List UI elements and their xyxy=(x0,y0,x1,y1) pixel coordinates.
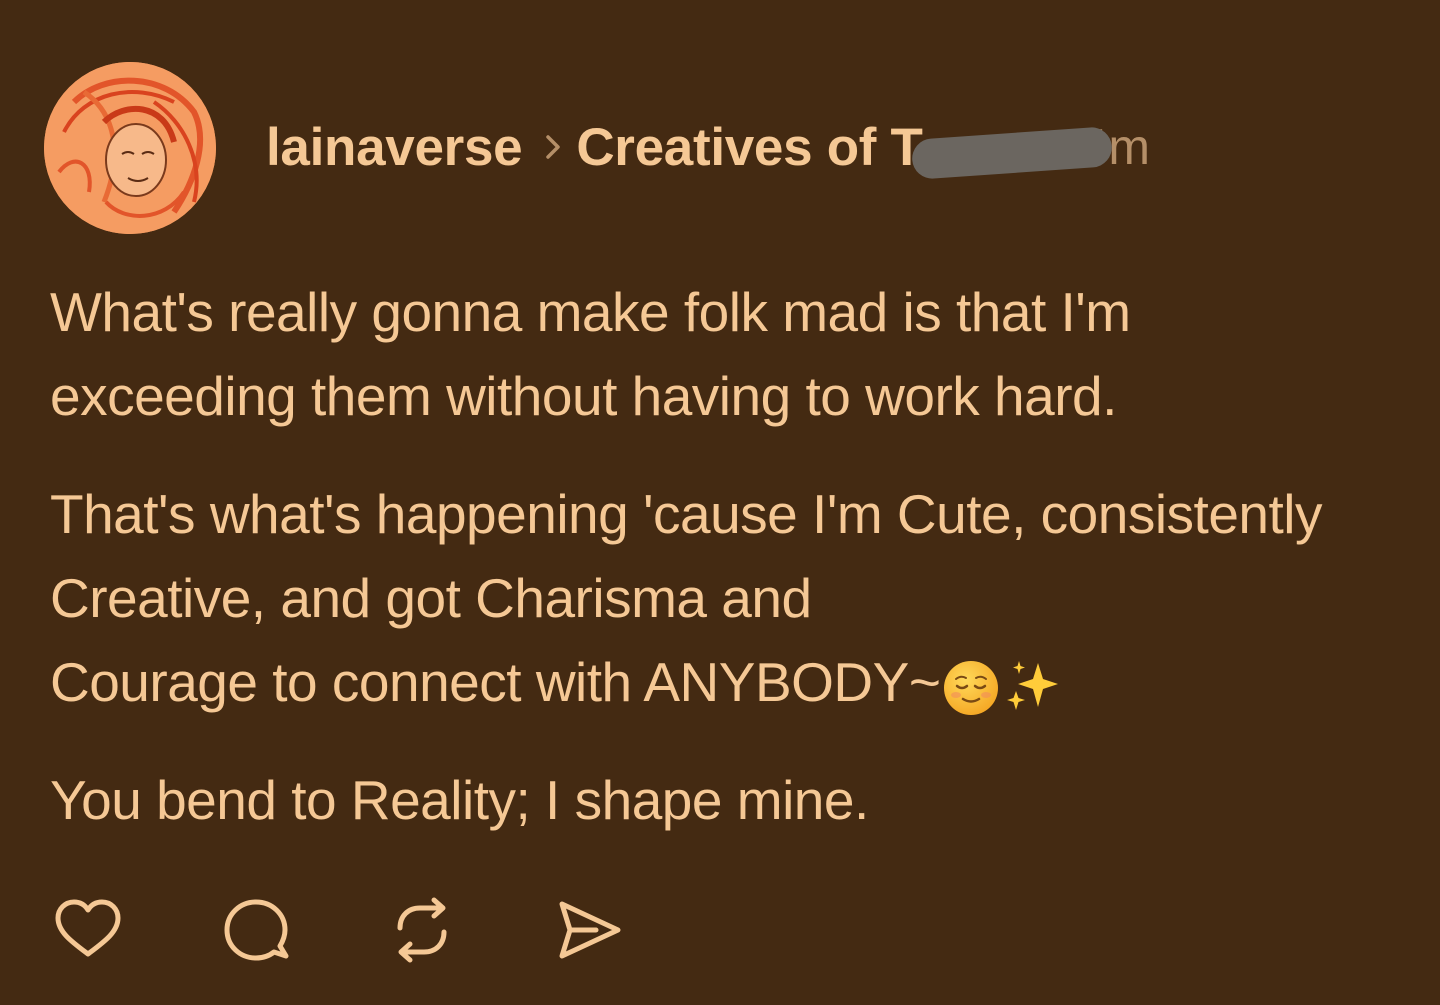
share-button[interactable] xyxy=(548,890,628,970)
sparkles-icon xyxy=(1007,661,1059,711)
community-name-visible: Creatives of T xyxy=(576,117,923,177)
send-icon xyxy=(559,901,621,959)
heart-icon xyxy=(55,899,121,957)
post-paragraph-line: Courage to connect with ANYBODY~ xyxy=(50,651,941,713)
like-button[interactable] xyxy=(48,890,128,970)
chevron-right-icon xyxy=(546,135,561,159)
comment-icon xyxy=(224,899,289,961)
post-header: lainaverse Creatives of Threas 4m xyxy=(266,112,1150,182)
author-username[interactable]: lainaverse xyxy=(266,117,523,178)
relieved-face-icon xyxy=(944,661,999,716)
repost-button[interactable] xyxy=(382,890,462,970)
repost-icon xyxy=(397,897,447,963)
avatar-illustration xyxy=(44,62,216,234)
post-paragraph: That's what's happening 'cause I'm Cute,… xyxy=(50,472,1350,724)
avatar[interactable] xyxy=(44,62,216,234)
thread-post: lainaverse Creatives of Threas 4m What's… xyxy=(0,0,1440,1005)
post-body: What's really gonna make folk mad is tha… xyxy=(50,270,1350,876)
reply-button[interactable] xyxy=(216,890,296,970)
post-paragraph: You bend to Reality; I shape mine. xyxy=(50,769,869,831)
post-paragraph-line: That's what's happening 'cause I'm Cute,… xyxy=(50,483,1323,629)
community-name[interactable]: Creatives of Threas xyxy=(576,117,1114,180)
post-paragraph: What's really gonna make folk mad is tha… xyxy=(50,281,1131,427)
